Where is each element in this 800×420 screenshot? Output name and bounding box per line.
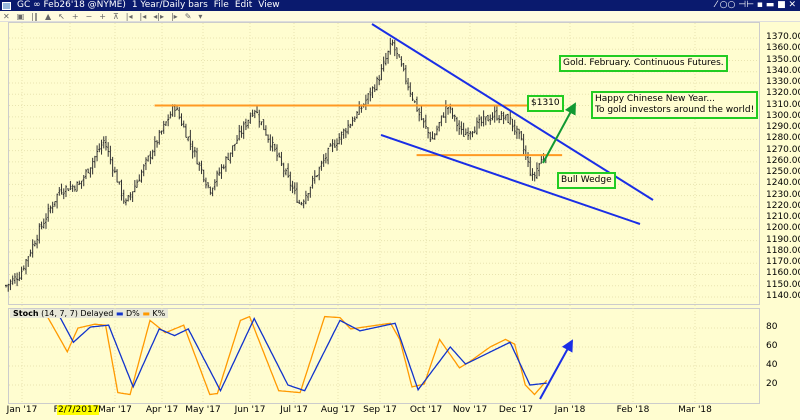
price-tick-label: 1160.00 xyxy=(766,268,800,279)
price-tick-label: 1150.00 xyxy=(766,279,800,290)
price-tick-label: 1190.00 xyxy=(766,234,800,245)
price-tick-label: 1210.00 xyxy=(766,212,800,223)
date-tick-label: Jan '18 xyxy=(554,405,586,415)
date-tick-label: Oct '17 xyxy=(409,405,443,415)
stoch-params: (14, 7, 7) Delayed xyxy=(41,309,114,318)
price-tick-label: 1370.00 xyxy=(766,32,800,42)
stoch-legend[interactable]: Stoch (14, 7, 7) Delayed ▬ D% ▬ K% xyxy=(10,309,169,318)
price-tick-label: 1310.00 xyxy=(766,99,800,110)
price-tick-label: 1220.00 xyxy=(766,200,800,211)
date-tick-label: Feb '18 xyxy=(616,405,650,415)
greeting-box: Happy Chinese New Year... To gold invest… xyxy=(591,91,759,119)
price-tick-label: 1270.00 xyxy=(766,144,800,155)
date-tick-label: Nov '17 xyxy=(452,405,488,415)
price-tick-label: 1250.00 xyxy=(766,167,800,178)
stoch-up-arrow xyxy=(539,339,573,400)
price-tick-label: 1230.00 xyxy=(766,189,800,200)
date-tick-label: Mar '17 xyxy=(98,405,132,415)
price-tick-label: 1280.00 xyxy=(766,133,800,144)
stoch-tick-label: 60 xyxy=(766,341,778,351)
title-note-box: Gold. February. Continuous Futures. xyxy=(559,55,728,72)
date-tick-label: May '17 xyxy=(185,405,221,415)
price-tick-label: 1290.00 xyxy=(766,122,800,133)
date-tick-label: Jun '17 xyxy=(234,405,266,415)
price-tick-label: 1240.00 xyxy=(766,178,800,189)
price-tick-label: 1140.00 xyxy=(766,290,800,301)
price-tick-label: 1350.00 xyxy=(766,54,800,65)
price-tick-label: 1340.00 xyxy=(766,65,800,76)
price-tick-label: 1180.00 xyxy=(766,245,800,256)
price-tick-label: 1200.00 xyxy=(766,223,800,234)
date-tick-label: Aug '17 xyxy=(320,405,356,415)
stoch-name: Stoch xyxy=(13,309,39,318)
date-tick-label: Mar '18 xyxy=(678,405,712,415)
price-tick-label: 1360.00 xyxy=(766,43,800,54)
date-tick-label: Apr '17 xyxy=(145,405,179,415)
date-tick-label: Jan '17 xyxy=(6,405,38,415)
resistance-label-box: $1310 xyxy=(527,95,564,112)
greeting-line-2: To gold investors around the world! xyxy=(595,105,755,115)
price-tick-label: 1320.00 xyxy=(766,88,800,99)
stoch-tick-label: 80 xyxy=(766,322,778,332)
stoch-tick-label: 40 xyxy=(766,360,778,370)
cursor-date-label: 2/7/2017 xyxy=(57,405,100,415)
bull-wedge-label: Bull Wedge xyxy=(557,172,616,189)
price-tick-label: 1170.00 xyxy=(766,257,800,268)
greeting-line-1: Happy Chinese New Year... xyxy=(595,94,716,104)
stoch-tick-label: 20 xyxy=(766,379,778,389)
stoch-k-label: K% xyxy=(152,309,166,318)
price-tick-label: 1300.00 xyxy=(766,110,800,121)
date-tick-label: Jul '17 xyxy=(280,405,308,415)
price-tick-label: 1260.00 xyxy=(766,155,800,166)
date-tick-label: Dec '17 xyxy=(498,405,534,415)
price-tick-label: 1330.00 xyxy=(766,77,800,88)
date-tick-label: Sep '17 xyxy=(363,405,397,415)
stoch-d-label: D% xyxy=(126,309,140,318)
